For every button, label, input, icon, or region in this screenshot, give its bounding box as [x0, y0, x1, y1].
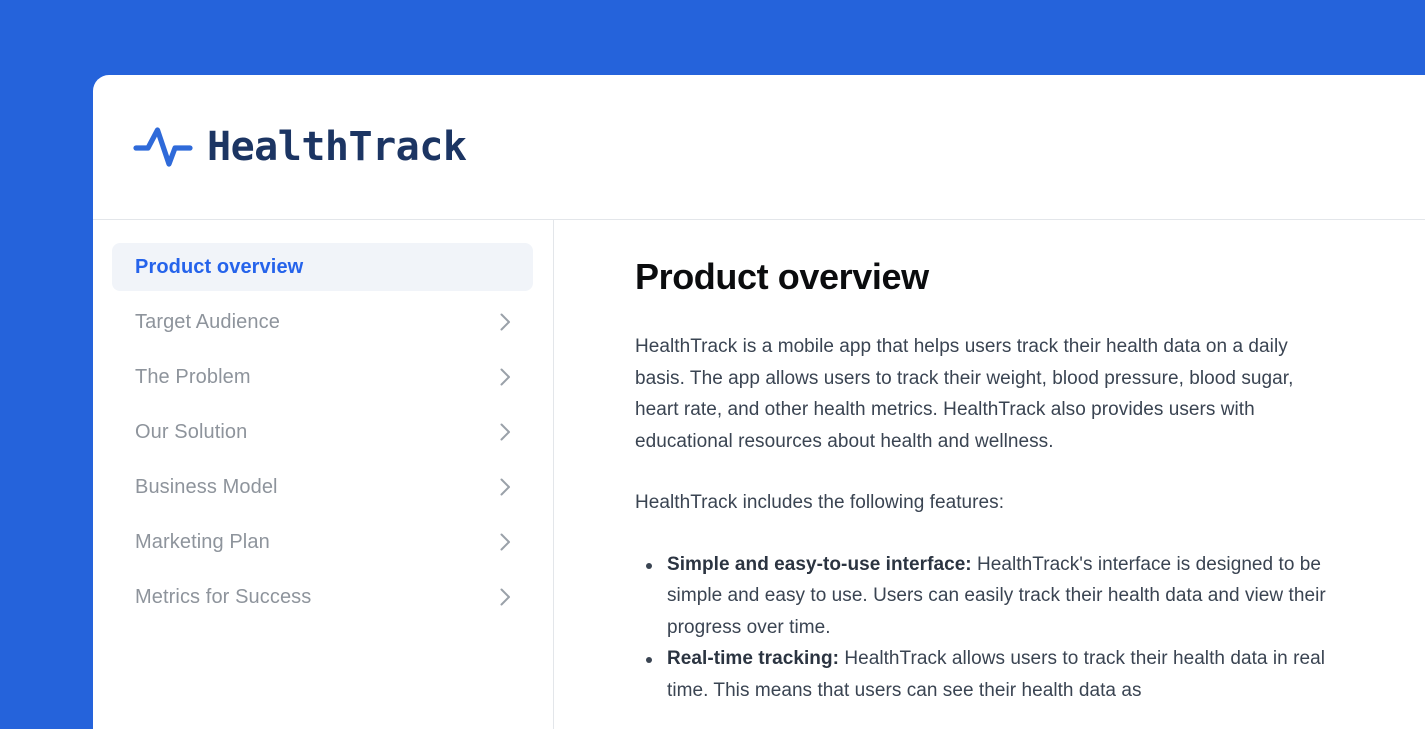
sidebar-item-label: The Problem: [135, 366, 251, 388]
chevron-right-icon: [500, 478, 510, 496]
chevron-right-icon: [500, 533, 510, 551]
features-intro-paragraph: HealthTrack includes the following featu…: [635, 492, 1005, 514]
feature-list: Simple and easy-to-use interface: Health…: [635, 549, 1335, 707]
content-inner: Product overview HealthTrack is a mobile…: [635, 256, 1335, 706]
overview-paragraph: HealthTrack is a mobile app that helps u…: [635, 336, 1294, 452]
app-body: Product overview Target Audience The Pro…: [93, 220, 1425, 729]
sidebar-item-metrics-for-success[interactable]: Metrics for Success: [112, 573, 533, 621]
sidebar-nav: Product overview Target Audience The Pro…: [93, 220, 554, 729]
sidebar-item-label: Target Audience: [135, 311, 280, 333]
brand-logo[interactable]: HealthTrack: [133, 124, 467, 170]
sidebar-item-our-solution[interactable]: Our Solution: [112, 408, 533, 456]
chevron-right-icon: [500, 313, 510, 331]
sidebar-item-label: Business Model: [135, 476, 278, 498]
main-content: Product overview HealthTrack is a mobile…: [554, 220, 1425, 729]
feature-term: Simple and easy-to-use interface:: [667, 553, 972, 575]
sidebar-item-label: Marketing Plan: [135, 531, 270, 553]
chevron-right-icon: [500, 423, 510, 441]
page-canvas: HealthTrack Product overview Target Audi…: [0, 0, 1425, 729]
chevron-right-icon: [500, 588, 510, 606]
sidebar-item-marketing-plan[interactable]: Marketing Plan: [112, 518, 533, 566]
chevron-right-icon: [500, 368, 510, 386]
pulse-heartbeat-icon: [133, 127, 193, 167]
feature-term: Real-time tracking:: [667, 648, 839, 670]
sidebar-item-product-overview[interactable]: Product overview: [112, 243, 533, 291]
list-item: Real-time tracking: HealthTrack allows u…: [635, 643, 1335, 706]
sidebar-item-label: Metrics for Success: [135, 586, 312, 608]
sidebar-item-label: Our Solution: [135, 421, 248, 443]
app-header: HealthTrack: [93, 75, 1425, 220]
sidebar-item-business-model[interactable]: Business Model: [112, 463, 533, 511]
sidebar-item-label: Product overview: [135, 256, 304, 278]
list-item: Simple and easy-to-use interface: Health…: [635, 549, 1335, 644]
page-title: Product overview: [635, 256, 929, 297]
app-card: HealthTrack Product overview Target Audi…: [93, 75, 1425, 729]
sidebar-item-target-audience[interactable]: Target Audience: [112, 298, 533, 346]
sidebar-item-the-problem[interactable]: The Problem: [112, 353, 533, 401]
brand-name: HealthTrack: [207, 124, 467, 170]
